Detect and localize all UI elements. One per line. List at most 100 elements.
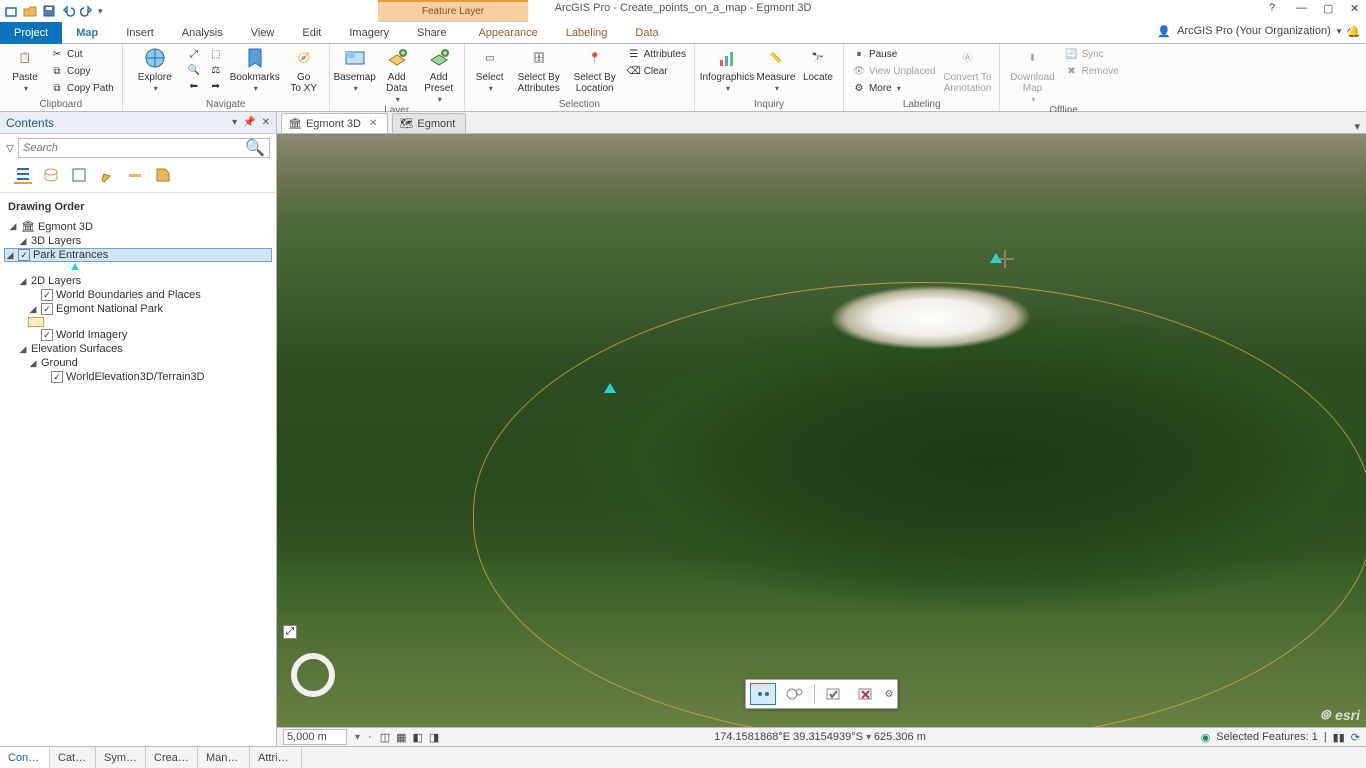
snapping-icon[interactable]: ◧ (413, 731, 423, 744)
scene-view[interactable]: ⤢ ⚙ ⊚esri (277, 134, 1366, 727)
tab-share[interactable]: Share (403, 22, 460, 44)
select-by-attr-button[interactable]: 🗄Select By Attributes (513, 46, 565, 94)
selection-chip-icon[interactable]: ◉ (1201, 731, 1211, 744)
save-icon[interactable] (41, 3, 57, 19)
layer-world-boundaries[interactable]: ✓World Boundaries and Places (4, 288, 272, 302)
view-tab-egmont-3d[interactable]: 🏛Egmont 3D✕ (281, 113, 388, 133)
tab-labeling[interactable]: Labeling (552, 22, 622, 44)
close-icon[interactable]: ✕ (1350, 2, 1362, 14)
add-preset-button[interactable]: Add Preset (420, 46, 458, 105)
btab-catalog[interactable]: Catalog (50, 747, 96, 768)
zoom-sel-icon[interactable]: ⬚ (207, 46, 225, 62)
maximize-icon[interactable]: ▢ (1323, 2, 1335, 14)
user-info[interactable]: 👤 ArcGIS Pro (Your Organization) ▾ 🔔 (1157, 22, 1361, 40)
copy-button[interactable]: ⧉Copy (48, 63, 116, 79)
expand-navigator-icon[interactable]: ⤢ (283, 625, 297, 639)
layer-egmont-np[interactable]: ◢✓Egmont National Park (4, 302, 272, 316)
cancel-tool-icon[interactable] (853, 683, 879, 705)
close-tab-icon[interactable]: ✕ (369, 118, 377, 129)
paste-button[interactable]: 📋Paste (6, 46, 44, 94)
btab-manage[interactable]: Manage... (198, 747, 250, 768)
finish-tool-icon[interactable] (821, 683, 847, 705)
list-by-source-icon[interactable] (42, 166, 60, 184)
bookmarks-button[interactable]: Bookmarks (229, 46, 281, 94)
corrections-icon[interactable]: ◨ (429, 731, 439, 744)
checkbox[interactable]: ✓ (41, 289, 53, 301)
layer-park-entrances[interactable]: ◢✓Park Entrances (4, 248, 272, 262)
infographics-button[interactable]: Infographics (701, 46, 753, 94)
egmont-np-symbol[interactable] (4, 316, 272, 328)
list-by-snapping-icon[interactable] (126, 166, 144, 184)
btab-symbology[interactable]: Symbol... (96, 747, 146, 768)
pin-icon[interactable]: 📌 (243, 117, 255, 128)
add-data-button[interactable]: Add Data (378, 46, 416, 105)
btab-attributes[interactable]: Attribut... (250, 747, 302, 768)
clear-button[interactable]: ⌫Clear (625, 63, 688, 79)
view-menu-icon[interactable]: ▾ (1348, 120, 1366, 133)
btab-create-features[interactable]: Create F... (146, 747, 198, 768)
end-tool-icon[interactable] (782, 683, 808, 705)
copy-path-button[interactable]: ⧉Copy Path (48, 80, 116, 96)
select-button[interactable]: ▭Select (471, 46, 509, 94)
measure-button[interactable]: 📏Measure (757, 46, 795, 94)
prev-extent-icon[interactable]: ⬅ (185, 78, 203, 94)
sync-button[interactable]: 🔄Sync (1062, 46, 1120, 62)
layer-world-imagery[interactable]: ✓World Imagery (4, 328, 272, 342)
tab-view[interactable]: View (237, 22, 289, 44)
group-2d-layers[interactable]: ◢2D Layers (4, 274, 272, 288)
tab-insert[interactable]: Insert (112, 22, 168, 44)
select-by-loc-button[interactable]: 📍Select By Location (569, 46, 621, 94)
explore-button[interactable]: Explore (129, 46, 181, 94)
help-icon[interactable]: ? (1269, 2, 1281, 14)
new-project-icon[interactable] (3, 3, 19, 19)
tab-data[interactable]: Data (621, 22, 672, 44)
close-panel-icon[interactable]: ✕ (262, 117, 270, 128)
park-entrances-symbol[interactable] (4, 262, 272, 274)
pause-draw-icon[interactable]: ▮▮ (1333, 731, 1345, 744)
point-tool-icon[interactable] (750, 683, 776, 705)
constraints-icon[interactable]: ◫ (380, 731, 390, 744)
open-project-icon[interactable] (22, 3, 38, 19)
more-labeling-button[interactable]: ⚙More (850, 80, 938, 96)
refresh-icon[interactable]: ⟳ (1351, 731, 1360, 744)
float-icon[interactable]: ▾ (232, 117, 237, 128)
cut-button[interactable]: ✂Cut (48, 46, 116, 62)
zoom-fixed-icon[interactable]: 🔍 (185, 62, 203, 78)
feature-marker[interactable] (604, 383, 616, 393)
search-icon[interactable]: 🔍 (245, 138, 265, 158)
list-by-labeling-icon[interactable] (154, 166, 172, 184)
checkbox[interactable]: ✓ (41, 329, 53, 341)
scene-navigator[interactable] (291, 653, 335, 697)
search-input[interactable] (23, 142, 245, 154)
scale-input[interactable]: 5,000 m (283, 729, 347, 745)
redo-icon[interactable] (79, 3, 95, 19)
grid-icon[interactable]: ▦ (396, 731, 406, 744)
tab-edit[interactable]: Edit (288, 22, 335, 44)
tab-project[interactable]: Project (0, 22, 62, 44)
filter-icon[interactable]: ▿ (6, 138, 14, 158)
remove-button[interactable]: ✖Remove (1062, 63, 1120, 79)
goto-xy-button[interactable]: 🧭Go To XY (285, 46, 323, 94)
list-by-editing-icon[interactable] (98, 166, 116, 184)
view-unplaced-button[interactable]: 👁View Unplaced (850, 63, 938, 79)
list-by-drawing-icon[interactable] (14, 166, 32, 184)
locate-button[interactable]: 🔭Locate (799, 46, 837, 83)
download-map-button[interactable]: ⬇Download Map (1006, 46, 1058, 105)
scale-dropdown-icon[interactable]: ▾ (355, 732, 360, 743)
convert-anno-button[interactable]: ⒶConvert To Annotation (941, 46, 993, 94)
btab-contents[interactable]: Contents (0, 747, 50, 768)
group-elevation[interactable]: ◢Elevation Surfaces (4, 342, 272, 356)
notification-icon[interactable]: 🔔 (1347, 25, 1361, 38)
checkbox[interactable]: ✓ (18, 249, 30, 261)
scene-node[interactable]: ◢🏛Egmont 3D (4, 219, 272, 234)
zoom-scale-icon[interactable]: ⚖ (207, 62, 225, 78)
next-extent-icon[interactable]: ➡ (207, 78, 225, 94)
tab-map[interactable]: Map (62, 22, 112, 44)
zoom-full-icon[interactable]: ⤢ (185, 46, 203, 62)
basemap-button[interactable]: Basemap (336, 46, 374, 94)
checkbox[interactable]: ✓ (41, 303, 53, 315)
list-by-selection-icon[interactable] (70, 166, 88, 184)
minimize-icon[interactable]: — (1296, 2, 1308, 14)
tab-analysis[interactable]: Analysis (168, 22, 237, 44)
pause-labels-button[interactable]: ⏸Pause (850, 46, 938, 62)
